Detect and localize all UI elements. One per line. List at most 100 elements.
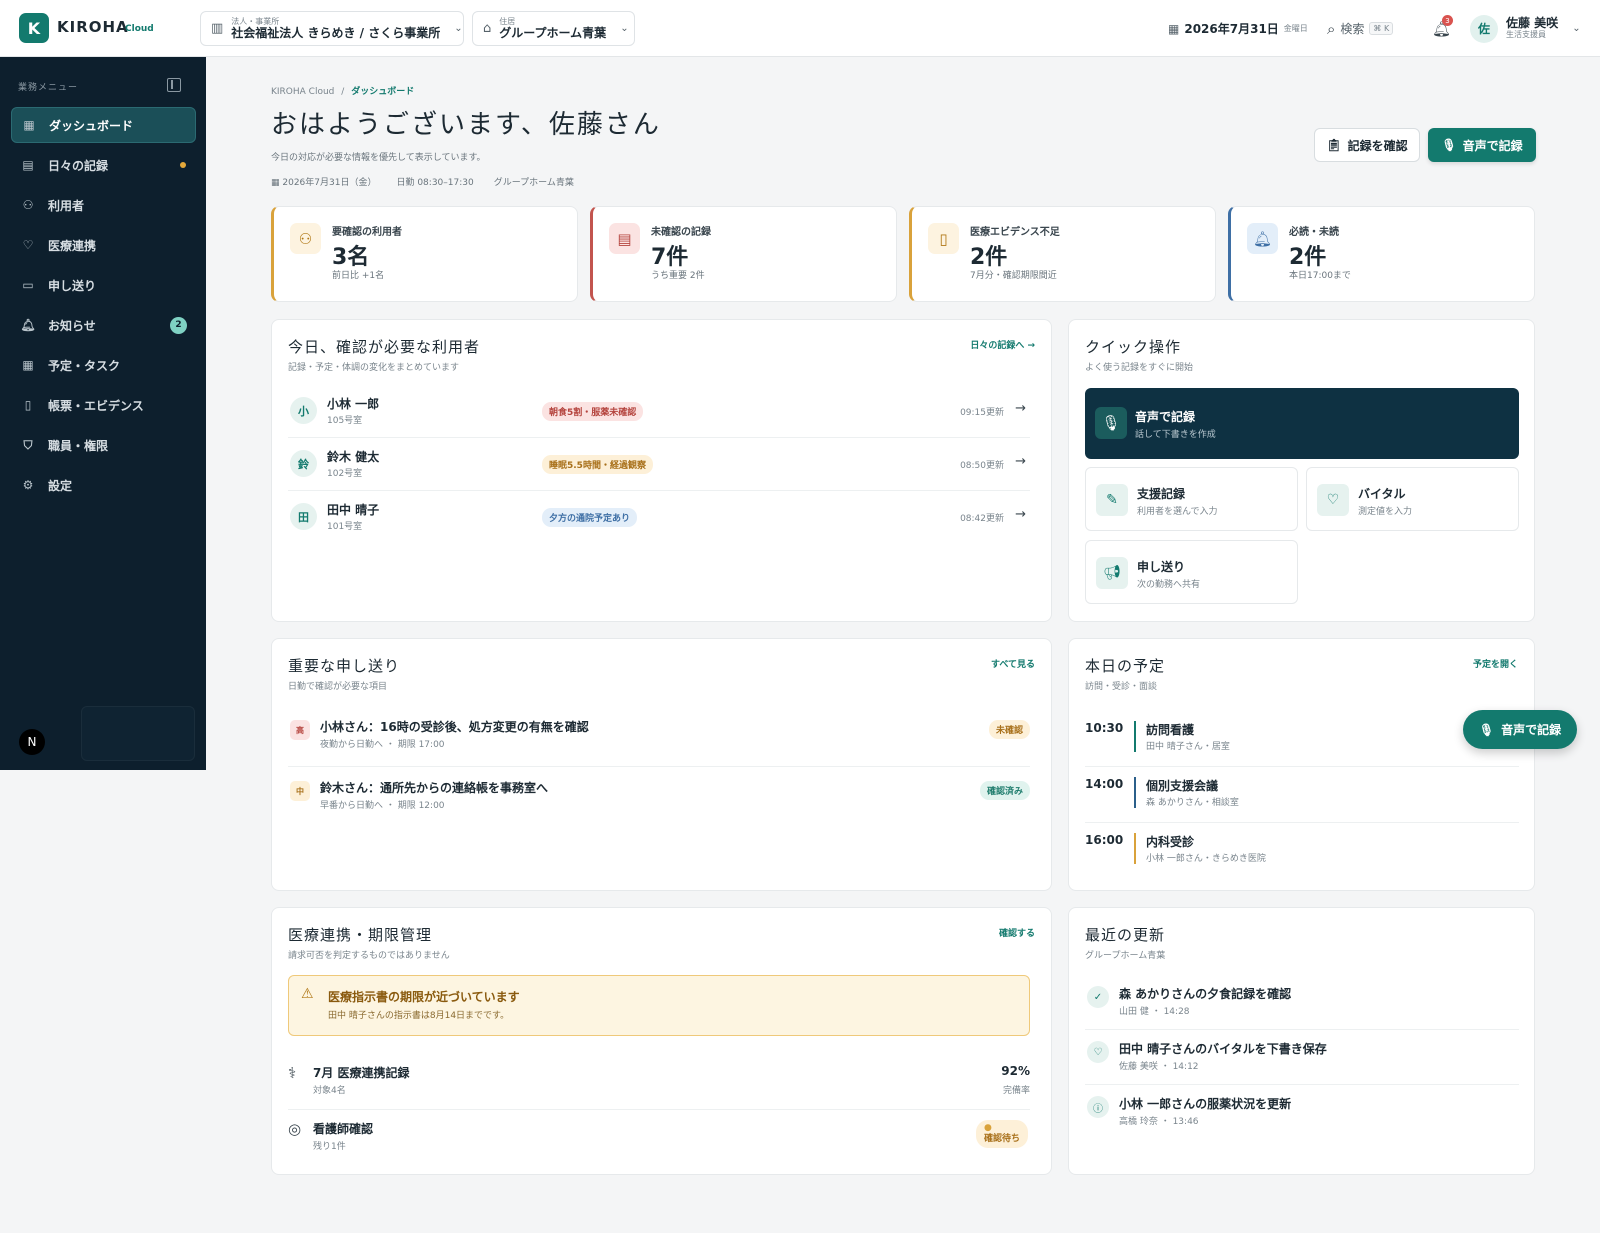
status-badge: 睡眠5.5時間・経過観察	[542, 455, 653, 474]
medical-row-subtitle: 残り1件	[313, 1142, 346, 1152]
floating-voice-record-button[interactable]: 🎙︎ 音声で記録	[1463, 710, 1577, 749]
notification-button[interactable]: 🔔︎	[1432, 0, 1451, 57]
voice-record-button[interactable]: 🎙︎ 音声で記録	[1428, 128, 1536, 162]
kpi-subtext: うち重要 2件	[651, 271, 705, 281]
arrow-right-icon[interactable]: →	[1015, 454, 1026, 469]
check-circle-icon: ◎	[288, 1120, 302, 1138]
schedule-item[interactable]: 16:00 内科受診 小林 一郎さん・きらめき医院	[1085, 823, 1519, 879]
sidebar-item-label: 利用者	[48, 198, 85, 213]
quick-item-subtitle: 利用者を選んで入力	[1137, 507, 1218, 517]
clipboard-alert-icon: ▤	[609, 223, 640, 254]
quick-voice-record-button[interactable]: 🎙︎ 音声で記録 話して下書きを作成	[1085, 388, 1519, 459]
sidebar-item-2[interactable]: ⚇ 利用者	[11, 187, 196, 223]
quick-item-title: バイタル	[1358, 487, 1406, 501]
app-name: KIROHA	[57, 18, 129, 36]
medical-record-row[interactable]: ⚕ 7月 医療連携記録 対象4名 92% 完備率	[288, 1054, 1030, 1110]
calendar-icon: ▦	[22, 358, 34, 372]
kpi-card[interactable]: ⚇ 要確認の利用者 3名 前日比 +1名	[271, 206, 578, 302]
sidebar-item-7[interactable]: ▯ 帳票・エビデンス	[11, 387, 196, 423]
quick-item-title: 申し送り	[1137, 560, 1186, 574]
handover-card: 重要な申し送り 日勤で確認が必要な項目 すべて見る 高小林さん：16時の受診後、…	[271, 638, 1052, 891]
sidebar-item-4[interactable]: ▭ 申し送り	[11, 267, 196, 303]
table-row[interactable]: 鈴鈴木 健太 102号室 睡眠5.5時間・経過観察 08:50更新 →	[288, 438, 1030, 491]
check-records-button[interactable]: 📋︎ 記録を確認	[1314, 128, 1420, 162]
bell-ring-icon: 🔔︎	[1247, 223, 1278, 254]
home-selector-label: 住居	[499, 16, 516, 26]
alert-subtitle: 田中 晴子さんの指示書は8月14日までです。	[328, 1011, 510, 1021]
date-display: ▦ 2026年7月31日 金曜日	[1168, 0, 1308, 57]
user-menu[interactable]: 佐 佐藤 美咲 生活支援員 ⌄	[1470, 0, 1581, 57]
arrow-right-icon[interactable]: →	[1015, 507, 1026, 522]
kpi-subtext: 本日17:00まで	[1289, 271, 1351, 281]
schedule-item[interactable]: 10:30 訪問看護 田中 晴子さん・居室	[1085, 711, 1519, 767]
recent-card-title: 最近の更新	[1085, 926, 1166, 944]
collapse-sidebar-icon[interactable]	[167, 78, 181, 92]
info-icon: ⓘ	[1087, 1096, 1109, 1118]
sidebar-item-8[interactable]: ⛉ 職員・権限	[11, 427, 196, 463]
home-icon: ⌂	[483, 21, 492, 36]
quick-voice-title: 音声で記録	[1135, 410, 1196, 424]
kpi-value: 2件	[970, 245, 1008, 270]
users-attention-card: 今日、確認が必要な利用者 記録・予定・体調の変化をまとめています 日々の記録へ …	[271, 319, 1052, 622]
nurse-check-row[interactable]: ◎ 看護師確認 残り1件 ● 確認待ち	[288, 1110, 1030, 1166]
schedule-color-bar	[1134, 721, 1136, 752]
message-icon: ▭	[22, 278, 34, 292]
search-button[interactable]: ⌕ 検索 ⌘ K	[1327, 0, 1394, 57]
handover-card-subtitle: 日勤で確認が必要な項目	[288, 682, 388, 692]
sidebar-item-6[interactable]: ▦ 予定・タスク	[11, 347, 196, 383]
shield-icon: ⛉	[23, 437, 33, 452]
unread-dot	[180, 162, 186, 168]
confirm-link[interactable]: 確認する	[999, 926, 1035, 939]
recent-updates-card: 最近の更新 グループホーム青葉 ✓ 森 あかりさんの夕食記録を確認 山田 健 ・ 1…	[1068, 907, 1535, 1175]
schedule-time: 10:30	[1085, 721, 1124, 735]
list-item[interactable]: ⓘ 小林 一郎さんの服薬状況を更新 高橋 玲奈 ・ 13:46	[1085, 1085, 1519, 1140]
calendar-icon: ▦	[271, 178, 283, 188]
quick-handover-button[interactable]: 📢︎ 申し送り 次の勤務へ共有	[1085, 540, 1298, 604]
org-selector-label: 法人・事業所	[231, 16, 280, 26]
see-all-link[interactable]: すべて見る	[991, 657, 1035, 670]
chevron-down-icon: ⌄	[454, 23, 463, 34]
bottom-avatar[interactable]: N	[19, 729, 45, 755]
sidebar-item-9[interactable]: ⚙ 設定	[11, 467, 196, 503]
kpi-card[interactable]: ▯ 医療エビデンス不足 2件 7月分・確認期限間近	[909, 206, 1216, 302]
breadcrumb-current: ダッシュボード	[351, 87, 415, 97]
breadcrumb-root[interactable]: KIROHA Cloud	[271, 87, 334, 97]
quick-voice-subtitle: 話して下書きを作成	[1135, 430, 1216, 440]
table-row[interactable]: 小小林 一郎 105号室 朝食5割・服薬未確認 09:15更新 →	[288, 385, 1030, 438]
priority-badge: 中	[290, 781, 310, 801]
sidebar-item-5[interactable]: 🔔︎ お知らせ 2	[11, 307, 196, 343]
file-icon: ▯	[24, 398, 32, 412]
schedule-title: 訪問看護	[1146, 723, 1195, 737]
schedule-item[interactable]: 14:00 個別支援会議森 あかりさん・相談室	[1085, 767, 1519, 823]
handover-title: 鈴木さん：通所先からの連絡帳を事務室へ	[320, 781, 549, 795]
top-bar: K KIROHA Cloud ▥ 法人・事業所 社会福祉法人 きらめき / さく…	[0, 0, 1600, 57]
daily-records-link[interactable]: 日々の記録へ →	[970, 338, 1035, 351]
home-selector[interactable]: ⌂ 住居 グループホーム青葉 ⌄	[472, 11, 635, 46]
sidebar-item-3[interactable]: ♡ 医療連携	[11, 227, 196, 263]
status-badge: 未確認	[988, 720, 1030, 739]
updated-time: 08:50更新	[960, 461, 1004, 471]
logo-mark[interactable]: K	[19, 13, 49, 43]
kpi-card[interactable]: ▤ 未確認の記録 7件 うち重要 2件	[590, 206, 897, 302]
sidebar-item-label: 申し送り	[48, 278, 97, 293]
list-item[interactable]: 高小林さん：16時の受診後、処方変更の有無を確認 夜勤から日勤へ ・ 期限 17:…	[288, 706, 1030, 767]
schedule-card: 本日の予定 訪問・受診・面談 予定を開く 10:30 訪問看護 田中 晴子さん・居室…	[1068, 638, 1535, 891]
org-selector[interactable]: ▥ 法人・事業所 社会福祉法人 きらめき / さくら事業所 ⌄	[200, 11, 464, 46]
search-icon: ⌕	[1327, 19, 1336, 38]
list-item[interactable]: ♡ 田中 晴子さんのバイタルを下書き保存 佐藤 美咲 ・ 14:12	[1085, 1030, 1519, 1085]
user-room: 102号室	[327, 469, 363, 479]
sidebar-item-1[interactable]: ▤ 日々の記録	[11, 147, 196, 183]
sidebar-item-0[interactable]: ▦ ダッシュボード	[11, 107, 196, 143]
quick-vitals-button[interactable]: ♡ バイタル 測定値を入力	[1306, 467, 1519, 531]
open-schedule-link[interactable]: 予定を開く	[1473, 657, 1518, 670]
list-item[interactable]: 中鈴木さん：通所先からの連絡帳を事務室へ 早番から日勤へ ・ 期限 12:00 確認…	[288, 767, 1030, 828]
check-records-label: 記録を確認	[1347, 138, 1408, 153]
kpi-card[interactable]: 🔔︎ 必読・未読 2件 本日17:00まで	[1228, 206, 1535, 302]
status-label: 確認待ち	[983, 1134, 1020, 1144]
arrow-right-icon[interactable]: →	[1015, 401, 1026, 416]
heart-pulse-icon: ♡	[22, 238, 34, 252]
list-item[interactable]: ✓ 森 あかりさんの夕食記録を確認 山田 健 ・ 14:28	[1085, 975, 1519, 1030]
quick-support-record-button[interactable]: ✎ 支援記録 利用者を選んで入力	[1085, 467, 1298, 531]
medical-row-subtitle: 対象4名	[313, 1086, 346, 1096]
table-row[interactable]: 田田中 晴子 101号室 夕方の通院予定あり 08:42更新 →	[288, 491, 1030, 544]
